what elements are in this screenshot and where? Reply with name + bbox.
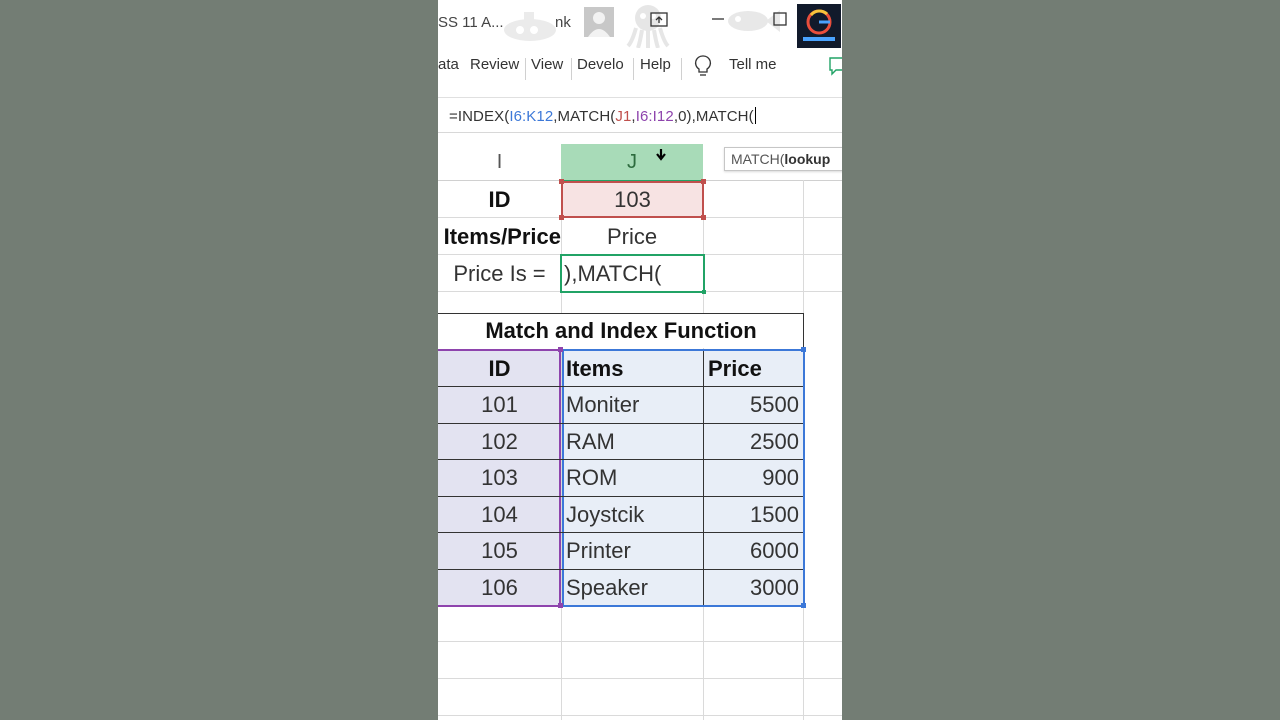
range-handle[interactable] — [701, 179, 706, 184]
table-cell-id[interactable]: 101 — [438, 387, 561, 423]
decorative-submarine-icon — [504, 12, 556, 41]
items-price-label-cell[interactable]: Items/Price — [438, 218, 561, 255]
range-handle[interactable] — [559, 179, 564, 184]
title-bar: SS 11 A... nk — [438, 0, 842, 48]
table-cell-id[interactable]: 103 — [438, 460, 561, 496]
table-header-price[interactable]: Price — [703, 350, 803, 387]
worksheet-grid[interactable]: I J MATCH(lookup ID 103 Items/Price Pric… — [438, 144, 842, 720]
table-cell-item[interactable]: Moniter — [561, 387, 703, 423]
table-cell-id[interactable]: 102 — [438, 424, 561, 460]
formula-bar[interactable]: =INDEX(I6:K12,MATCH(J1,I6:I12,0),MATCH( — [438, 97, 842, 133]
table-cell-price[interactable]: 2500 — [703, 424, 803, 460]
gridline — [438, 678, 842, 679]
formula-part: ,MATCH( — [553, 108, 616, 125]
column-header-i[interactable]: I — [438, 144, 561, 180]
decorative-octopus-icon — [626, 5, 670, 48]
tab-review[interactable]: Review — [470, 56, 519, 73]
table-cell-item[interactable]: RAM — [561, 424, 703, 460]
tab-data[interactable]: ata — [438, 56, 459, 73]
column-header-j[interactable]: J — [561, 144, 703, 182]
channel-logo-icon — [797, 4, 841, 48]
table-header-id[interactable]: ID — [438, 350, 561, 387]
table-cell-id[interactable]: 106 — [438, 570, 561, 606]
tab-view[interactable]: View — [531, 56, 563, 73]
maximize-button[interactable] — [772, 12, 788, 28]
table-cell-id[interactable]: 105 — [438, 533, 561, 569]
table-cell-price[interactable]: 900 — [703, 460, 803, 496]
table-cell-id[interactable]: 104 — [438, 497, 561, 533]
formula-part: =INDEX( — [449, 108, 510, 125]
fill-handle[interactable] — [702, 290, 706, 294]
tooltip-argument[interactable]: lookup — [784, 151, 830, 167]
table-header-items[interactable]: Items — [561, 350, 703, 387]
tab-separator — [633, 58, 634, 80]
gridline — [438, 715, 842, 716]
active-formula-cell[interactable]: ),MATCH( — [560, 254, 705, 293]
tab-separator — [571, 58, 572, 80]
formula-ref-j1: J1 — [615, 108, 632, 125]
tell-me-search[interactable]: Tell me — [729, 56, 777, 73]
minimize-button[interactable] — [710, 12, 726, 28]
tab-separator — [525, 58, 526, 80]
function-tooltip[interactable]: MATCH(lookup — [724, 147, 842, 171]
excel-window: SS 11 A... nk ata Review View Develo Hel… — [438, 0, 842, 720]
tab-separator — [681, 58, 682, 80]
tooltip-function: MATCH( — [731, 151, 785, 167]
ribbon-display-options-icon[interactable] — [650, 12, 668, 28]
formula-part: ,0),MATCH( — [673, 108, 754, 125]
items-price-input-cell[interactable]: Price — [561, 218, 703, 255]
table-cell-item[interactable]: Printer — [561, 533, 703, 569]
table-cell-price[interactable]: 5500 — [703, 387, 803, 423]
user-name[interactable]: nk — [555, 14, 571, 31]
tab-help[interactable]: Help — [640, 56, 671, 73]
table-cell-price[interactable]: 3000 — [703, 570, 803, 606]
table-cell-item[interactable]: Joystcik — [561, 497, 703, 533]
document-title[interactable]: SS 11 A... — [438, 14, 504, 31]
formula-ref-id-range: I6:I12 — [635, 108, 674, 125]
mouse-pointer-icon — [656, 149, 666, 161]
account-avatar-icon[interactable] — [584, 7, 614, 37]
tab-developer[interactable]: Develo — [577, 56, 624, 73]
id-label-cell[interactable]: ID — [438, 181, 561, 218]
comments-icon[interactable] — [828, 56, 842, 76]
table-cell-item[interactable]: ROM — [561, 460, 703, 496]
ribbon-tabs: ata Review View Develo Help Tell me — [438, 48, 842, 86]
table-title[interactable]: Match and Index Function — [438, 313, 804, 349]
table-cell-price[interactable]: 1500 — [703, 497, 803, 533]
price-is-label-cell[interactable]: Price Is = — [438, 255, 561, 292]
gridline — [438, 641, 842, 642]
formula-ref-table-range: I6:K12 — [509, 108, 554, 125]
text-cursor — [754, 107, 756, 124]
table-cell-item[interactable]: Speaker — [561, 570, 703, 606]
lightbulb-icon[interactable] — [694, 54, 712, 78]
id-input-cell[interactable]: 103 — [561, 181, 704, 218]
table-cell-price[interactable]: 6000 — [703, 533, 803, 569]
formula-text[interactable]: =INDEX(I6:K12,MATCH(J1,I6:I12,0),MATCH( — [449, 107, 756, 125]
